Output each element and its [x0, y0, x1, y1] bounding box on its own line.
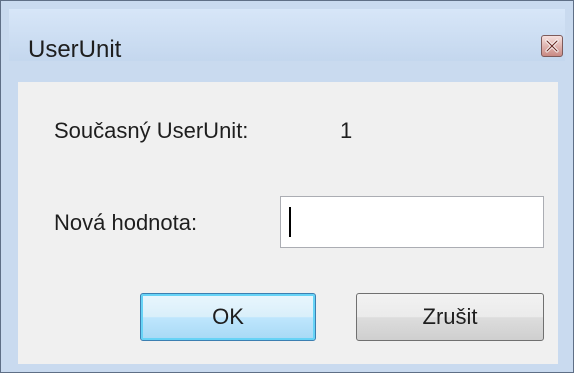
new-value-label: Nová hodnota: — [54, 210, 198, 235]
current-userunit-label: Současný UserUnit: — [54, 118, 249, 143]
ok-button[interactable]: OK — [140, 293, 316, 341]
dialog-window: UserUnit Současný UserUnit: 1 Nová hodno… — [0, 0, 574, 373]
close-button[interactable] — [541, 35, 563, 57]
new-value-input[interactable] — [280, 196, 544, 248]
window-title: UserUnit — [28, 36, 122, 63]
current-userunit-value: 1 — [340, 118, 353, 143]
dialog-body: Současný UserUnit: 1 Nová hodnota: OK Zr… — [18, 82, 558, 364]
close-icon — [545, 39, 559, 53]
cancel-button[interactable]: Zrušit — [356, 293, 544, 341]
text-caret — [289, 207, 291, 237]
